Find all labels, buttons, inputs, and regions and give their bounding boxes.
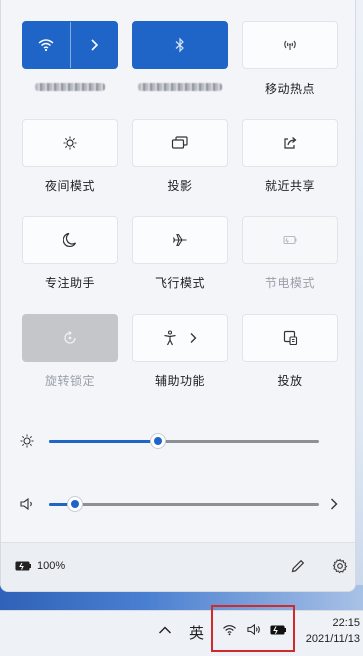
clock-time: 22:15 bbox=[332, 617, 360, 629]
hotspot-tile[interactable] bbox=[242, 21, 338, 69]
wifi-toggle[interactable] bbox=[23, 22, 70, 68]
volume-slider[interactable] bbox=[19, 494, 319, 514]
focus-assist-label: 专注助手 bbox=[44, 276, 95, 290]
battery-saver-icon bbox=[283, 235, 297, 245]
rotation-lock-label: 旋转锁定 bbox=[44, 374, 95, 388]
focus-assist-tile[interactable] bbox=[22, 216, 118, 264]
bluetooth-tile[interactable] bbox=[132, 21, 228, 69]
airplane-mode-label: 飞行模式 bbox=[154, 276, 205, 290]
input-method-indicator[interactable]: 英 bbox=[189, 622, 204, 643]
quick-settings-panel: 移动热点 夜间模式 投影 就近共享 专注助手 飞行模式 节电模式 旋转锁定 辅助… bbox=[0, 0, 356, 592]
hotspot-icon bbox=[284, 40, 296, 50]
airplane-mode-tile[interactable] bbox=[132, 216, 228, 264]
brightness-icon bbox=[20, 434, 34, 448]
rotation-lock-icon bbox=[64, 331, 76, 344]
brightness-slider[interactable] bbox=[19, 431, 319, 451]
nearby-share-tile[interactable] bbox=[242, 119, 338, 167]
moon-icon bbox=[63, 232, 77, 247]
night-light-label: 夜间模式 bbox=[44, 179, 95, 193]
clock[interactable]: 22:15 2021/11/13 bbox=[300, 615, 360, 647]
night-light-tile[interactable] bbox=[22, 119, 118, 167]
sun-icon bbox=[63, 136, 77, 150]
brightness-thumb[interactable] bbox=[150, 433, 166, 449]
battery-saver-tile[interactable] bbox=[242, 216, 338, 264]
edit-button[interactable] bbox=[290, 558, 306, 574]
speaker-icon bbox=[20, 497, 32, 511]
brightness-fill bbox=[49, 439, 159, 443]
show-hidden-icons-button[interactable] bbox=[158, 625, 172, 635]
wifi-label-blurred bbox=[22, 80, 118, 94]
airplane-icon bbox=[172, 233, 187, 247]
wifi-icon bbox=[38, 39, 54, 52]
nearby-share-label: 就近共享 bbox=[264, 179, 315, 193]
taskbar: 英 22:15 2021/11/13 bbox=[0, 610, 363, 656]
project-tile[interactable] bbox=[132, 119, 228, 167]
hotspot-label: 移动热点 bbox=[264, 82, 315, 96]
volume-track[interactable] bbox=[49, 502, 319, 506]
volume-thumb[interactable] bbox=[67, 496, 83, 512]
gear-icon bbox=[332, 558, 348, 574]
battery-saver-label: 节电模式 bbox=[264, 276, 315, 290]
chevron-right-icon bbox=[331, 498, 338, 510]
settings-button[interactable] bbox=[332, 558, 348, 574]
wifi-tile[interactable] bbox=[22, 21, 118, 69]
wifi-expand-button[interactable] bbox=[71, 22, 118, 68]
chevron-right-icon bbox=[190, 333, 197, 343]
battery-percent: 100% bbox=[37, 560, 66, 572]
share-icon bbox=[284, 137, 297, 149]
battery-status[interactable]: 100% bbox=[15, 560, 65, 572]
project-icon bbox=[171, 136, 188, 149]
clock-date: 2021/11/13 bbox=[305, 633, 360, 645]
bluetooth-icon bbox=[175, 37, 184, 53]
battery-charging-icon bbox=[15, 561, 31, 571]
chevron-right-icon bbox=[91, 39, 98, 51]
cast-tile[interactable] bbox=[242, 314, 338, 362]
bluetooth-label-blurred bbox=[132, 80, 228, 94]
cast-icon bbox=[283, 330, 298, 346]
pencil-icon bbox=[291, 559, 305, 573]
cast-label: 投放 bbox=[277, 374, 303, 388]
accessibility-icon bbox=[164, 330, 176, 346]
accessibility-label: 辅助功能 bbox=[154, 374, 205, 388]
accessibility-tile[interactable] bbox=[132, 314, 228, 362]
project-label: 投影 bbox=[167, 179, 193, 193]
highlight-box bbox=[211, 605, 295, 652]
panel-footer: 100% bbox=[1, 542, 355, 591]
chevron-up-icon bbox=[159, 626, 171, 634]
volume-expand-button[interactable] bbox=[329, 497, 339, 511]
rotation-lock-tile[interactable] bbox=[22, 314, 118, 362]
